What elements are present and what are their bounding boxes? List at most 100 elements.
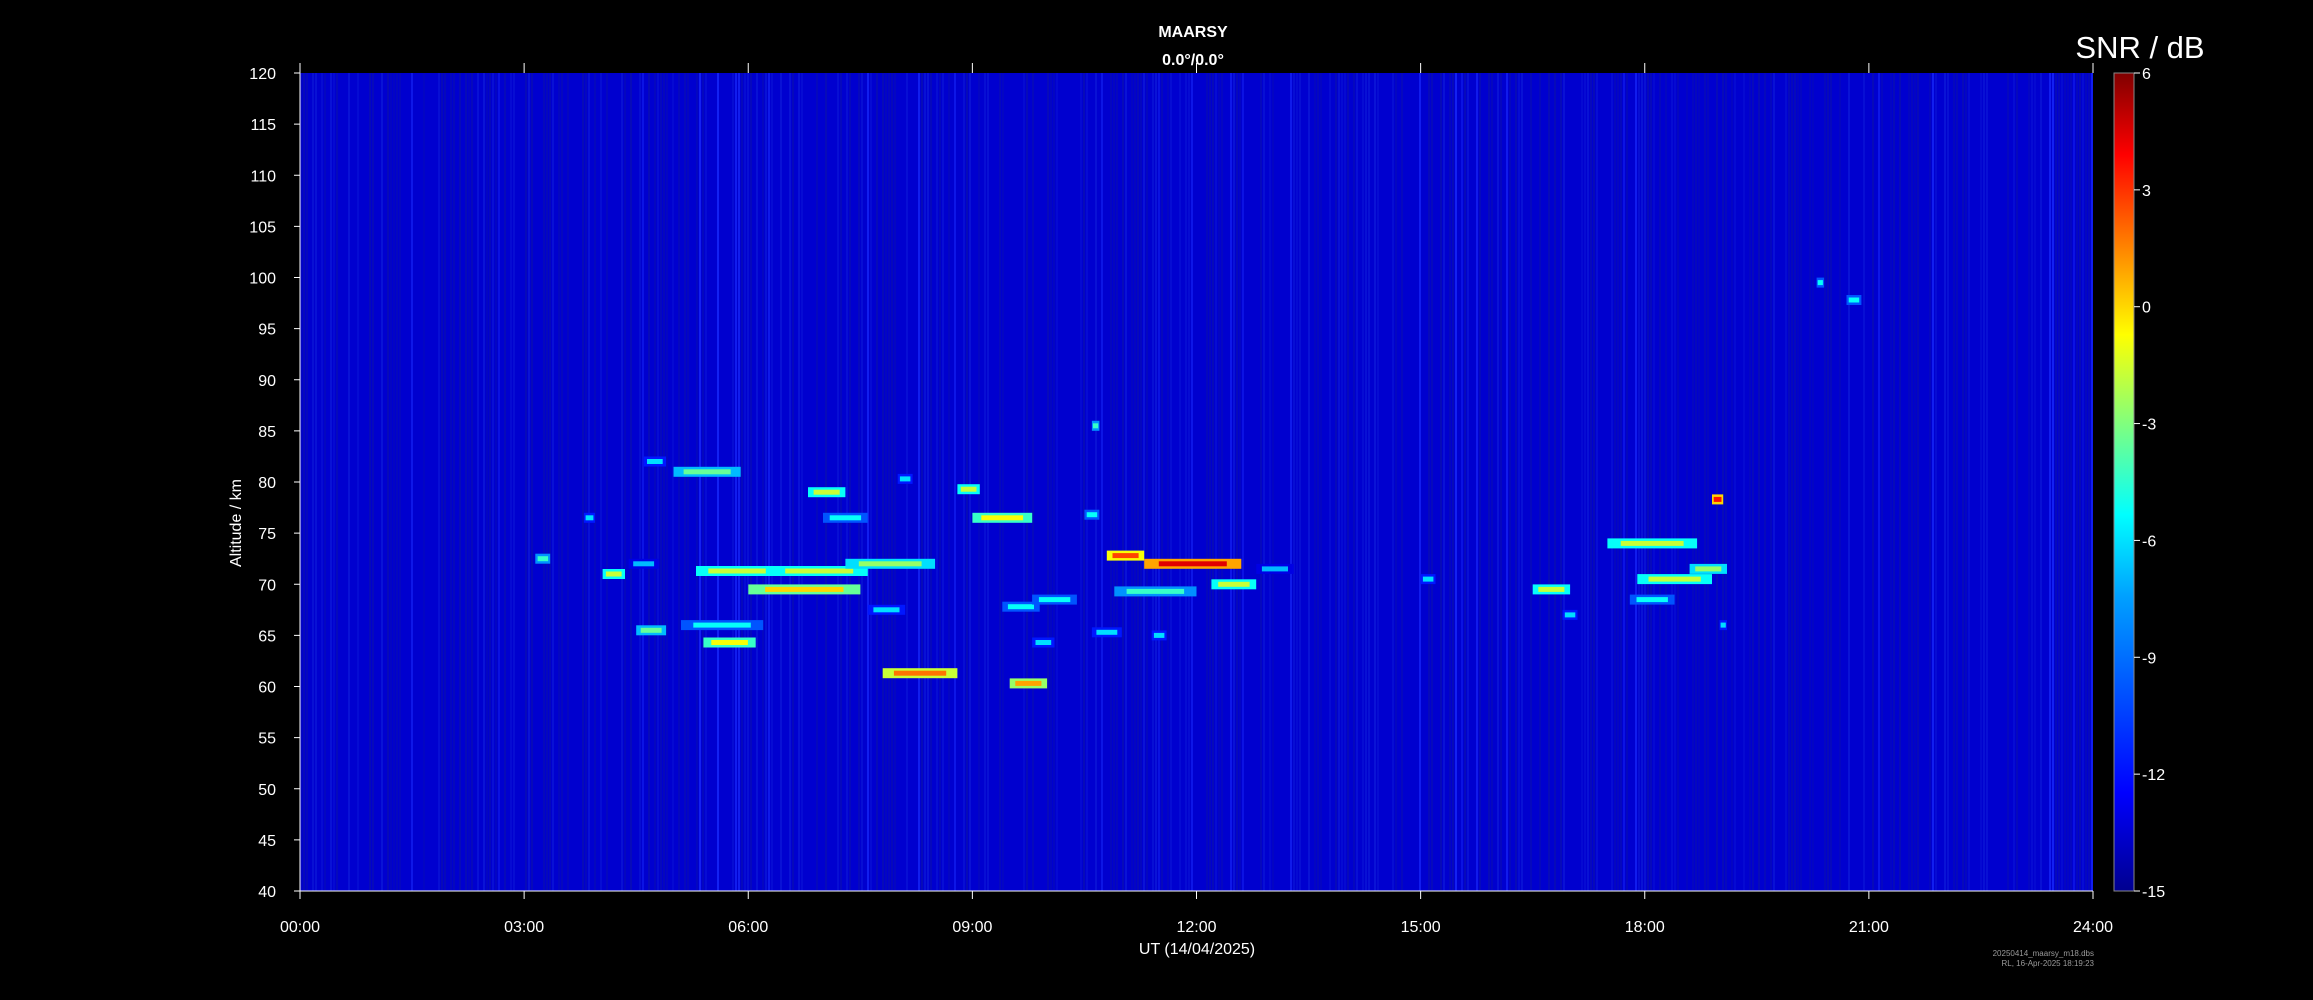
- noise-stripe: [471, 73, 473, 891]
- noise-stripe: [2049, 73, 2051, 891]
- echo-cell: [1695, 566, 1722, 572]
- noise-stripe: [1263, 73, 1265, 891]
- noise-stripe: [525, 73, 527, 891]
- noise-stripe: [1230, 73, 1232, 891]
- echo-cell: [605, 571, 622, 577]
- y-tick-label: 90: [258, 373, 276, 390]
- noise-stripe: [1674, 73, 1676, 891]
- noise-stripe: [567, 73, 569, 891]
- colorbar-tick-label: -6: [2142, 533, 2156, 550]
- noise-stripe: [1317, 73, 1319, 891]
- noise-stripe: [2007, 73, 2009, 891]
- noise-stripe: [498, 73, 500, 891]
- noise-stripe: [477, 73, 479, 891]
- noise-stripe: [1344, 73, 1346, 891]
- x-tick-label: 09:00: [952, 919, 992, 936]
- noise-stripe: [1638, 73, 1640, 891]
- noise-stripe: [1125, 73, 1127, 891]
- noise-stripe: [735, 73, 737, 891]
- noise-stripe: [1464, 73, 1466, 891]
- noise-stripe: [1764, 73, 1766, 891]
- noise-stripe: [1965, 73, 1967, 891]
- noise-stripe: [888, 73, 890, 891]
- echo-cell: [640, 627, 662, 633]
- y-tick-label: 65: [258, 628, 276, 645]
- noise-stripe: [987, 73, 989, 891]
- noise-stripe: [1152, 73, 1154, 891]
- noise-stripe: [528, 73, 530, 891]
- noise-stripe: [315, 73, 317, 891]
- noise-stripe: [1206, 73, 1208, 891]
- noise-stripe: [1749, 73, 1751, 891]
- noise-stripe: [696, 73, 698, 891]
- echo-cell: [765, 586, 844, 592]
- noise-stripe: [1218, 73, 1220, 891]
- echo-cell: [1538, 586, 1565, 592]
- noise-stripe: [324, 73, 326, 891]
- noise-stripe: [1395, 73, 1397, 891]
- noise-stripe: [558, 73, 560, 891]
- echo-cell: [858, 561, 922, 567]
- noise-stripe: [1722, 73, 1724, 891]
- noise-stripe: [2067, 73, 2069, 891]
- colorbar-tick-label: -12: [2142, 767, 2165, 784]
- noise-stripe: [1581, 73, 1583, 891]
- echo-cell: [1112, 553, 1139, 559]
- noise-stripe: [1401, 73, 1403, 891]
- x-tick-label: 03:00: [504, 919, 544, 936]
- noise-stripe: [1704, 73, 1706, 891]
- noise-stripe: [1293, 73, 1295, 891]
- noise-stripe: [1233, 73, 1235, 891]
- noise-stripe: [999, 73, 1001, 891]
- noise-stripe: [678, 73, 680, 891]
- x-tick-label: 12:00: [1176, 919, 1216, 936]
- noise-stripe: [495, 73, 497, 891]
- echo-cell: [711, 640, 748, 645]
- noise-stripe: [441, 73, 443, 891]
- echo-cell: [537, 556, 549, 562]
- noise-stripe: [870, 73, 872, 891]
- noise-stripe: [768, 73, 770, 891]
- noise-stripe: [1665, 73, 1667, 891]
- noise-stripe: [1695, 73, 1697, 891]
- noise-stripe: [876, 73, 878, 891]
- noise-stripe: [1716, 73, 1718, 891]
- noise-stripe: [942, 73, 944, 891]
- noise-stripe: [858, 73, 860, 891]
- echo-cell: [647, 459, 663, 464]
- file-name: 20250414_maarsy_m18.dbs: [1992, 949, 2094, 958]
- noise-stripe: [1314, 73, 1316, 891]
- noise-stripe: [1392, 73, 1394, 891]
- noise-stripe: [1080, 73, 1082, 891]
- noise-stripe: [396, 73, 398, 891]
- chart-subtitle: 0.0°/0.0°: [1162, 52, 1224, 69]
- noise-stripe: [1899, 73, 1901, 891]
- noise-stripe: [798, 73, 800, 891]
- noise-stripe: [930, 73, 932, 891]
- noise-stripe: [732, 73, 734, 891]
- noise-stripe: [1962, 73, 1964, 891]
- noise-stripe: [666, 73, 668, 891]
- noise-stripe: [438, 73, 440, 891]
- noise-stripe: [1353, 73, 1355, 891]
- echo-cell: [1648, 576, 1701, 582]
- noise-stripe: [984, 73, 986, 891]
- noise-stripe: [1113, 73, 1115, 891]
- noise-stripe: [648, 73, 650, 891]
- noise-stripe: [1188, 73, 1190, 891]
- noise-stripe: [1986, 73, 1988, 891]
- noise-stripe: [1944, 73, 1946, 891]
- noise-stripe: [1935, 73, 1937, 891]
- noise-stripe: [1167, 73, 1169, 891]
- noise-stripe: [1794, 73, 1796, 891]
- noise-stripe: [882, 73, 884, 891]
- noise-stripe: [1908, 73, 1910, 891]
- y-tick-label: 50: [258, 782, 276, 799]
- noise-stripe: [1419, 73, 1421, 891]
- noise-stripe: [1242, 73, 1244, 891]
- noise-stripe: [762, 73, 764, 891]
- noise-stripe: [1338, 73, 1340, 891]
- noise-stripe: [1650, 73, 1652, 891]
- noise-stripe: [543, 73, 545, 891]
- echo-cell: [1015, 680, 1042, 686]
